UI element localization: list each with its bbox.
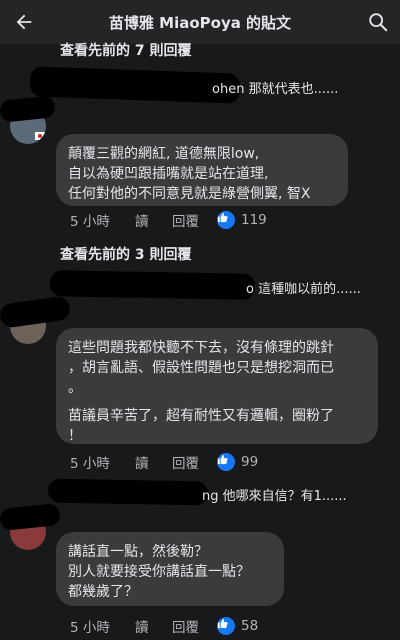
view-previous-replies-link[interactable]: 查看先前的 3 則回覆 — [60, 244, 192, 264]
comment-text: 這些問題我都快聽不下去，沒有條理的跳針 — [68, 340, 334, 356]
comment-time: 5 小時 — [70, 214, 110, 230]
comment-time: 5 小時 — [70, 456, 110, 472]
comment-text: 自以為硬凹跟插嘴就是站在道理, — [68, 166, 269, 182]
redaction-bar — [29, 66, 241, 104]
redaction-bar — [0, 502, 61, 532]
collapsed-reply-preview[interactable]: ohen 那就代表也...... — [212, 78, 338, 97]
comment-actions: 5 小時 讀 回覆 119 — [70, 210, 267, 230]
comment-bubble: 這些問題我都快聽不下去，沒有條理的跳針 ，胡言亂語、假設性問題也只是想挖洞而已 … — [56, 328, 378, 444]
comment-text: 講話直一點，然後勒？ — [68, 544, 208, 560]
collapsed-reply-preview[interactable]: o 這種咖以前的...... — [246, 278, 361, 297]
top-bar: 苗博雅 MiaoPoya 的貼文 — [0, 0, 400, 44]
comment-bubble: 講話直一點，然後勒？ 別人就要接受你講話直一點？ 都幾歲了？ — [56, 532, 284, 606]
like-count: 58 — [241, 618, 259, 634]
redaction-bar — [49, 270, 256, 300]
view-previous-replies-link[interactable]: 查看先前的 7 則回覆 — [60, 40, 192, 60]
comment-text: 。 — [68, 380, 82, 396]
reply-button[interactable]: 回覆 — [172, 210, 217, 230]
read-button[interactable]: 讀 — [135, 616, 172, 636]
page-title: 苗博雅 MiaoPoya 的貼文 — [108, 14, 292, 32]
redaction-bar — [47, 478, 209, 506]
comment-time: 5 小時 — [70, 620, 110, 636]
like-icon — [217, 453, 235, 471]
read-button[interactable]: 讀 — [135, 210, 172, 230]
flag-icon — [35, 132, 45, 140]
arrow-left-icon — [16, 14, 32, 30]
search-button[interactable] — [364, 8, 392, 36]
reply-button[interactable]: 回覆 — [172, 452, 217, 472]
comment-text: 別人就要接受你講話直一點？ — [68, 564, 250, 580]
redaction-bar — [0, 295, 72, 329]
collapsed-reply-preview[interactable]: ng 他哪來自信？有1...... — [202, 485, 347, 504]
comment-text: 都幾歲了？ — [68, 584, 138, 600]
reply-button[interactable]: 回覆 — [172, 616, 217, 636]
like-count: 99 — [241, 454, 259, 470]
redaction-bar — [0, 95, 56, 123]
comment-bubble: 顛覆三觀的網紅, 道德無限low, 自以為硬凹跟插嘴就是站在道理, 任何對他的不… — [56, 134, 348, 206]
like-icon — [217, 211, 235, 229]
comment-actions: 5 小時 讀 回覆 99 — [70, 452, 258, 472]
search-icon — [369, 13, 388, 32]
comment-text: 顛覆三觀的網紅, 道德無限low, — [68, 146, 260, 162]
comment-text: ，胡言亂語、假設性問題也只是想挖洞而已 — [68, 360, 334, 376]
like-count: 119 — [241, 212, 267, 228]
comment-text: 任何對他的不同意見就是綠營側翼, 智X — [68, 186, 311, 202]
comment-actions: 5 小時 讀 回覆 58 — [70, 616, 258, 636]
read-button[interactable]: 讀 — [135, 452, 172, 472]
comment-text: ！ — [68, 428, 82, 444]
comment-text: 苗議員辛苦了，超有耐性又有邏輯，圈粉了 — [68, 408, 334, 424]
back-button[interactable] — [10, 8, 38, 36]
like-icon — [217, 617, 235, 635]
